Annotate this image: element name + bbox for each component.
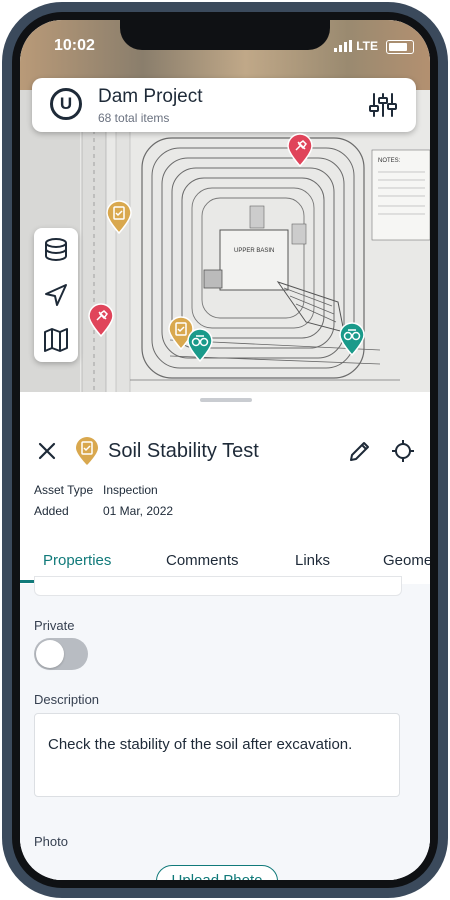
- signal-icon: [334, 40, 352, 52]
- tab-properties[interactable]: Properties: [43, 552, 111, 569]
- layers-icon[interactable]: [42, 236, 70, 264]
- close-icon[interactable]: [36, 440, 58, 462]
- project-title: Dam Project: [98, 86, 203, 107]
- tab-comments[interactable]: Comments: [166, 552, 239, 569]
- project-header-card[interactable]: U Dam Project 68 total items: [32, 78, 416, 132]
- site-plan-drawing: UPPER BASIN NOTES:: [81, 89, 430, 400]
- app-screen: UPPER BASIN NOTES: 10:02 LTE U Dam Proje…: [20, 20, 430, 880]
- properties-panel: Private Description Check the stability …: [20, 576, 430, 880]
- status-time: 10:02: [54, 37, 95, 54]
- edit-icon[interactable]: [348, 439, 372, 463]
- meta-label-added: Added: [34, 504, 69, 518]
- meta-label-asset-type: Asset Type: [34, 483, 94, 497]
- photo-label: Photo: [34, 834, 68, 849]
- phone-frame: UPPER BASIN NOTES: 10:02 LTE U Dam Proje…: [0, 0, 450, 900]
- navigation-icon[interactable]: [42, 281, 70, 309]
- crosshair-icon[interactable]: [391, 439, 415, 463]
- map-tools-panel: [34, 228, 78, 362]
- description-label: Description: [34, 692, 100, 707]
- upload-photo-button[interactable]: Upload Photo: [156, 865, 278, 880]
- status-bar: 10:02 LTE: [20, 20, 430, 64]
- meta-value-added: 01 Mar, 2022: [103, 504, 174, 518]
- tab-links[interactable]: Links: [295, 552, 330, 569]
- map-view[interactable]: UPPER BASIN NOTES: 10:02 LTE U Dam Proje…: [20, 20, 430, 400]
- battery-icon: [386, 40, 414, 54]
- map-icon[interactable]: [42, 326, 70, 354]
- tab-geometry[interactable]: Geome: [383, 552, 430, 569]
- filter-icon[interactable]: [368, 90, 398, 120]
- map-pin-survey[interactable]: [186, 328, 214, 362]
- previous-field-edge: [34, 576, 402, 596]
- project-item-count: 68 total items: [98, 111, 170, 125]
- toggle-knob: [36, 640, 64, 668]
- status-network: LTE: [356, 39, 378, 53]
- app-logo-icon: U: [50, 88, 82, 120]
- private-label: Private: [34, 618, 75, 633]
- sheet-drag-handle[interactable]: [200, 398, 252, 402]
- camera-notch: [120, 20, 330, 50]
- map-pin-inspection[interactable]: [105, 200, 133, 234]
- plan-label: UPPER BASIN: [234, 248, 274, 254]
- map-pin-survey[interactable]: [338, 322, 366, 356]
- description-field[interactable]: Check the stability of the soil after ex…: [34, 713, 400, 797]
- map-pin-red[interactable]: [286, 133, 314, 167]
- asset-title: Soil Stability Test: [108, 440, 259, 462]
- map-pin-red[interactable]: [87, 303, 115, 337]
- private-toggle[interactable]: [34, 638, 88, 670]
- meta-value-asset-type: Inspection: [103, 483, 158, 497]
- notes-label: NOTES:: [378, 158, 401, 164]
- asset-detail-sheet: Soil Stability Test Asset Type Inspectio…: [20, 392, 430, 880]
- inspection-icon: [76, 437, 98, 465]
